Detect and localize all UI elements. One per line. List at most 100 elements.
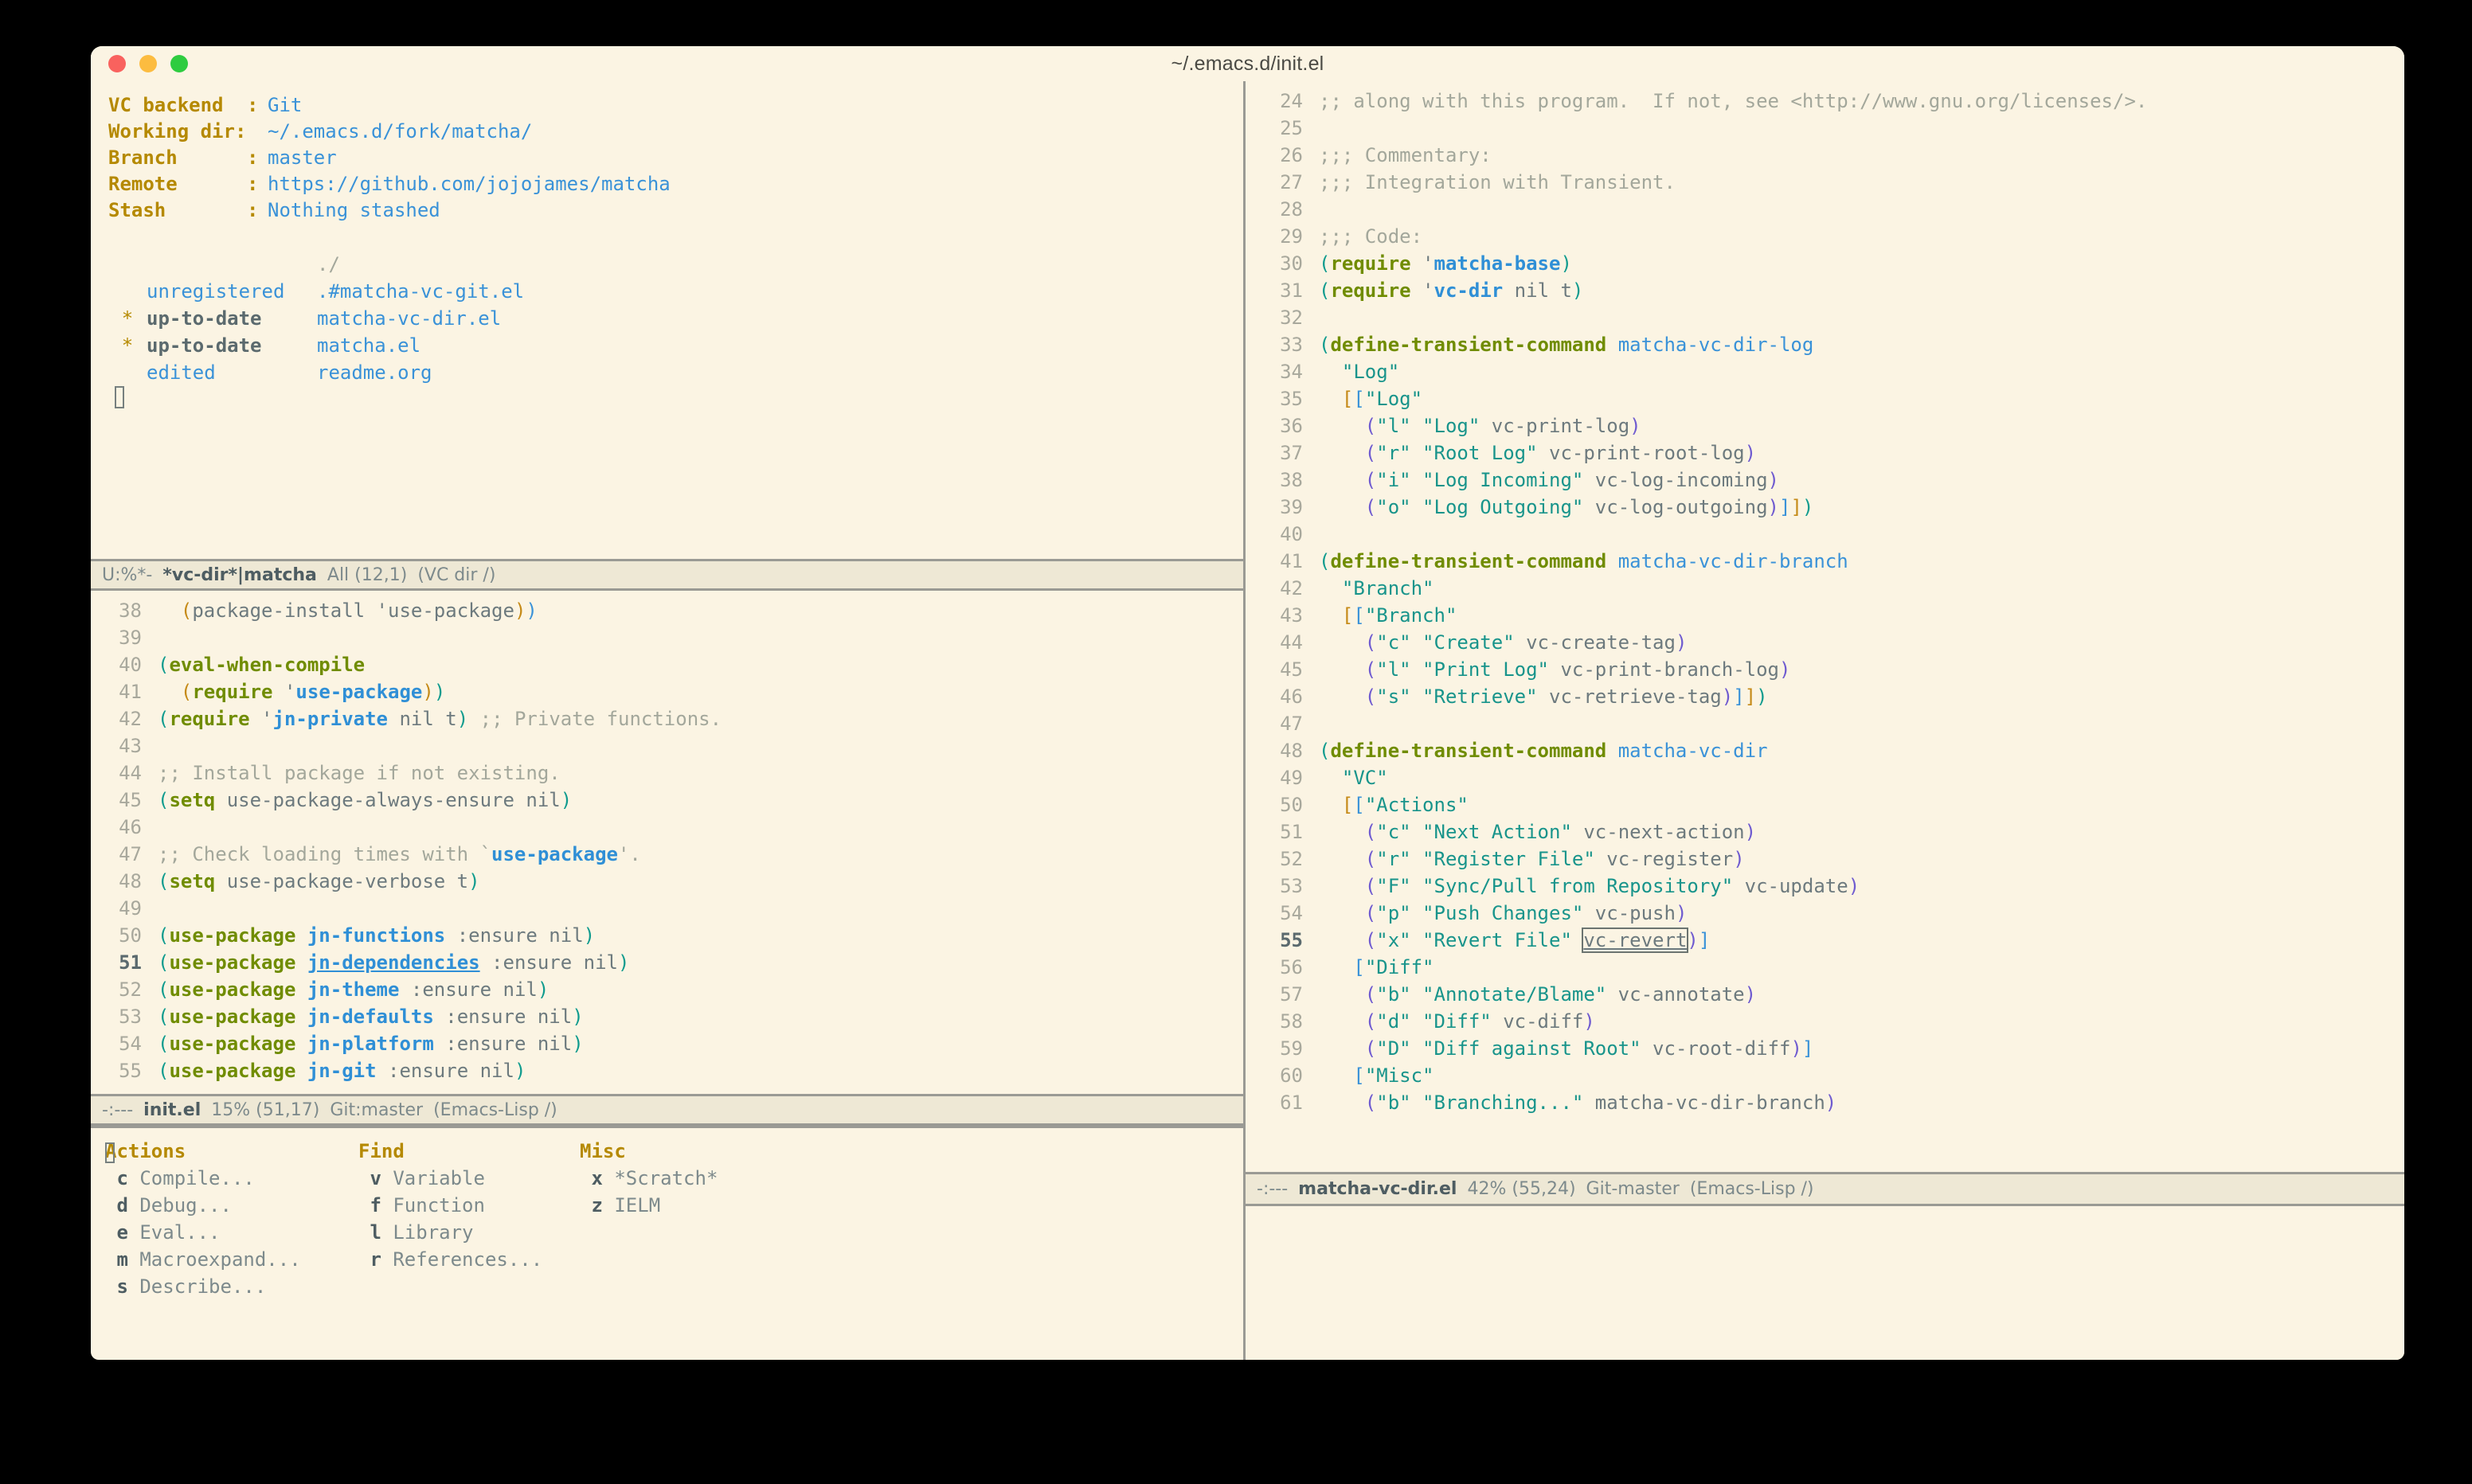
transient-menu-item[interactable]: l Library — [358, 1219, 580, 1246]
code-line[interactable]: 53 (use-package jn-defaults :ensure nil) — [100, 1003, 1243, 1030]
code-line[interactable]: 42 "Branch" — [1261, 575, 2404, 602]
transient-menu-item[interactable]: r References... — [358, 1246, 580, 1273]
transient-menu-item[interactable]: f Function — [358, 1192, 580, 1219]
code-line[interactable]: 46 — [100, 814, 1243, 841]
code-line[interactable]: 44 ;; Install package if not existing. — [100, 760, 1243, 787]
code-token: ) — [1560, 252, 1572, 275]
code-line[interactable]: 41 (define-transient-command matcha-vc-di… — [1261, 548, 2404, 575]
transient-menu-item[interactable]: z IELM — [580, 1192, 718, 1219]
code-line[interactable]: 54 ("p" "Push Changes" vc-push) — [1261, 900, 2404, 927]
code-line[interactable]: 57 ("b" "Annotate/Blame" vc-annotate) — [1261, 981, 2404, 1008]
vc-dir-file-row[interactable]: * up-to-date matcha.el — [108, 332, 1243, 359]
code-line[interactable]: 59 ("D" "Diff against Root" vc-root-diff… — [1261, 1035, 2404, 1062]
code-token: ) — [1687, 929, 1699, 951]
line-number: 47 — [1280, 713, 1303, 735]
code-line[interactable]: 38 ("i" "Log Incoming" vc-log-incoming) — [1261, 467, 2404, 494]
vc-dir-mark[interactable] — [108, 278, 147, 305]
init-el-buffer[interactable]: 38 (package-install 'use-package)) 39 40 (e… — [91, 591, 1243, 1094]
code-line-content: ;;; Commentary: — [1319, 142, 1492, 169]
code-line[interactable]: 39 ("o" "Log Outgoing" vc-log-outgoing)]… — [1261, 494, 2404, 521]
line-number: 51 — [1280, 821, 1303, 843]
code-line[interactable]: 60 ["Misc" — [1261, 1062, 2404, 1089]
code-line[interactable]: 43 [["Branch" — [1261, 602, 2404, 629]
code-line[interactable]: 61 ("b" "Branching..." matcha-vc-dir-bra… — [1261, 1089, 2404, 1116]
transient-menu-item[interactable]: v Variable — [358, 1165, 580, 1192]
code-line[interactable]: 47 ;; Check loading times with `use-packa… — [100, 841, 1243, 868]
code-line[interactable]: 40 (eval-when-compile — [100, 651, 1243, 678]
code-line[interactable]: 33 (define-transient-command matcha-vc-di… — [1261, 331, 2404, 358]
code-token: ) — [1744, 983, 1757, 1006]
code-line[interactable]: 52 (use-package jn-theme :ensure nil) — [100, 976, 1243, 1003]
code-line[interactable]: 49 "VC" — [1261, 764, 2404, 791]
code-line[interactable]: 54 (use-package jn-platform :ensure nil) — [100, 1030, 1243, 1057]
code-line[interactable]: 31 (require 'vc-dir nil t) — [1261, 277, 2404, 304]
code-token: ) — [1756, 685, 1768, 708]
code-line[interactable]: 36 ("l" "Log" vc-print-log) — [1261, 412, 2404, 439]
code-line[interactable]: 52 ("r" "Register File" vc-register) — [1261, 845, 2404, 873]
vc-dir-file-name[interactable]: readme.org — [317, 359, 432, 386]
code-line[interactable]: 34 "Log" — [1261, 358, 2404, 385]
vc-dir-file-list[interactable]: unregistered .#matcha-vc-git.el * up-to-dat… — [108, 278, 1243, 386]
transient-menu[interactable]: Actions c Compile... d Debug... e Eval..… — [91, 1126, 1243, 1298]
vc-dir-buffer[interactable]: VC backend: Git Working dir: ~/.emacs.d/for… — [91, 81, 1243, 559]
transient-menu-item[interactable]: d Debug... — [105, 1192, 358, 1219]
code-line[interactable]: 41 (require 'use-package)) — [100, 678, 1243, 705]
code-line[interactable]: 39 — [100, 624, 1243, 651]
vc-dir-mark[interactable]: * — [108, 305, 147, 332]
code-line[interactable]: 55 (use-package jn-git :ensure nil) — [100, 1057, 1243, 1084]
code-line[interactable]: 48 (define-transient-command matcha-vc-di… — [1261, 737, 2404, 764]
code-line[interactable]: 30 (require 'matcha-base) — [1261, 250, 2404, 277]
code-line[interactable]: 45 ("l" "Print Log" vc-print-branch-log) — [1261, 656, 2404, 683]
code-token: vc-annotate — [1606, 983, 1745, 1006]
code-line[interactable]: 25 — [1261, 115, 2404, 142]
code-line[interactable]: 49 — [100, 895, 1243, 922]
vc-dir-file-name[interactable]: matcha.el — [317, 332, 420, 359]
line-number: 43 — [119, 735, 142, 757]
code-line[interactable]: 29 ;;; Code: — [1261, 223, 2404, 250]
code-line[interactable]: 24 ;; along with this program. If not, se… — [1261, 88, 2404, 115]
code-line[interactable]: 46 ("s" "Retrieve" vc-retrieve-tag)]]) — [1261, 683, 2404, 710]
vc-dir-file-name[interactable]: matcha-vc-dir.el — [317, 305, 501, 332]
vc-dir-file-name[interactable]: .#matcha-vc-git.el — [317, 278, 524, 305]
code-line[interactable]: 26 ;;; Commentary: — [1261, 142, 2404, 169]
code-line[interactable]: 51 ("c" "Next Action" vc-next-action) — [1261, 818, 2404, 845]
code-line[interactable]: 28 — [1261, 196, 2404, 223]
vc-dir-mark[interactable]: * — [108, 332, 147, 359]
code-line[interactable]: 38 (package-install 'use-package)) — [100, 597, 1243, 624]
code-token: ;;; Integration with Transient. — [1319, 171, 1676, 193]
code-line[interactable]: 35 [["Log" — [1261, 385, 2404, 412]
code-line[interactable]: 42 (require 'jn-private nil t) ;; Private… — [100, 705, 1243, 732]
code-line[interactable]: 44 ("c" "Create" vc-create-tag) — [1261, 629, 2404, 656]
code-line[interactable]: 51 (use-package jn-dependencies :ensure n… — [100, 949, 1243, 976]
code-line[interactable]: 37 ("r" "Root Log" vc-print-root-log) — [1261, 439, 2404, 467]
transient-menu-item[interactable]: c Compile... — [105, 1165, 358, 1192]
transient-menu-item[interactable]: s Describe... — [105, 1273, 358, 1300]
code-line[interactable]: 56 ["Diff" — [1261, 954, 2404, 981]
code-line[interactable]: 45 (setq use-package-always-ensure nil) — [100, 787, 1243, 814]
code-line[interactable]: 27 ;;; Integration with Transient. — [1261, 169, 2404, 196]
code-token: vc-create-tag — [1514, 631, 1676, 654]
matcha-vc-dir-el-buffer[interactable]: 24 ;; along with this program. If not, se… — [1246, 81, 2404, 1172]
vc-dir-file-row[interactable]: unregistered .#matcha-vc-git.el — [108, 278, 1243, 305]
code-line[interactable]: 55 ("x" "Revert File" vc-revert)] — [1261, 927, 2404, 954]
transient-menu-item[interactable]: e Eval... — [105, 1219, 358, 1246]
transient-menu-item[interactable]: m Macroexpand... — [105, 1246, 358, 1273]
vc-dir-file-row[interactable]: * up-to-date matcha-vc-dir.el — [108, 305, 1243, 332]
transient-item-label: Eval... — [139, 1221, 221, 1244]
code-line[interactable]: 50 (use-package jn-functions :ensure nil) — [100, 922, 1243, 949]
transient-item-label: Variable — [393, 1167, 485, 1189]
window-title: ~/.emacs.d/init.el — [1171, 52, 1324, 75]
code-line[interactable]: 53 ("F" "Sync/Pull from Repository" vc-u… — [1261, 873, 2404, 900]
transient-menu-item[interactable]: x *Scratch* — [580, 1165, 718, 1192]
vc-dir-mark[interactable] — [108, 359, 147, 386]
code-line[interactable]: 48 (setq use-package-verbose t) — [100, 868, 1243, 895]
code-line[interactable]: 47 — [1261, 710, 2404, 737]
code-line[interactable]: 40 — [1261, 521, 2404, 548]
code-token: ) — [456, 708, 469, 730]
vc-dir-file-row[interactable]: edited readme.org — [108, 359, 1243, 386]
code-line[interactable]: 50 [["Actions" — [1261, 791, 2404, 818]
code-line[interactable]: 32 — [1261, 304, 2404, 331]
code-line[interactable]: 58 ("d" "Diff" vc-diff) — [1261, 1008, 2404, 1035]
code-line[interactable]: 43 — [100, 732, 1243, 760]
